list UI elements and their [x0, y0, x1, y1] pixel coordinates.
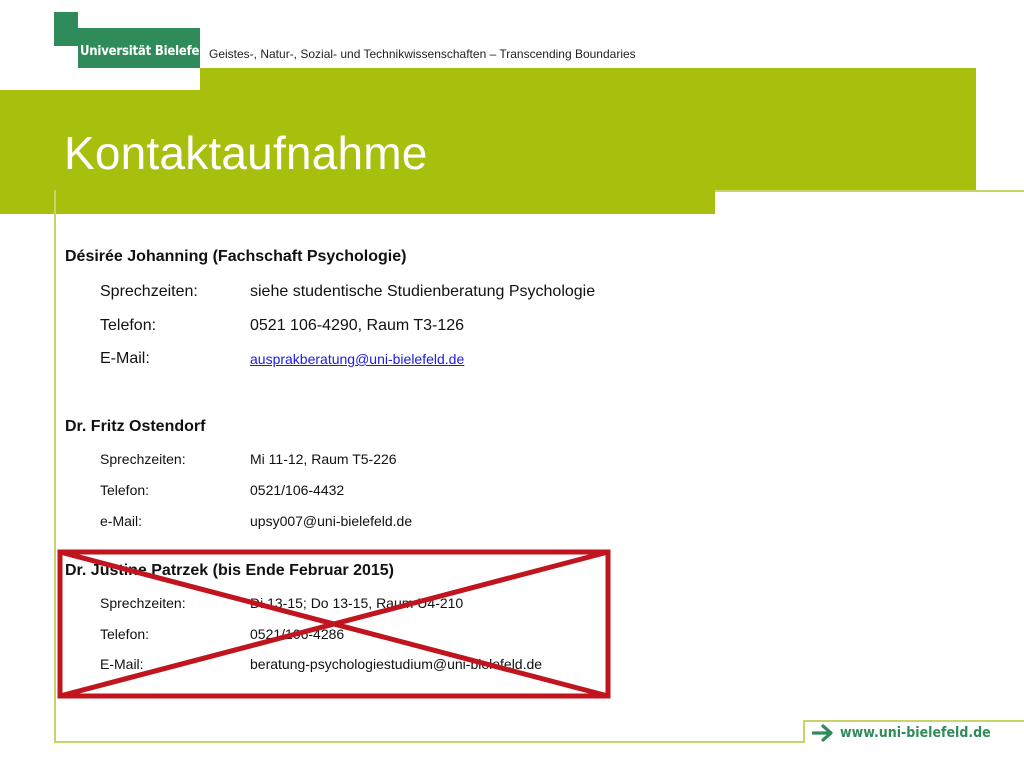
footer-line-top: [803, 720, 1024, 722]
row-value: siehe studentische Studienberatung Psych…: [250, 283, 596, 300]
frame-bottom-line: [54, 741, 804, 743]
row-label: Sprechzeiten:: [100, 283, 198, 300]
row-label: Sprechzeiten:: [100, 451, 186, 467]
header-band-top: [200, 68, 976, 90]
row-value: 0521/106-4432: [250, 482, 345, 498]
row-label: E-Mail:: [100, 350, 150, 367]
row-value: 0521 106-4290, Raum T3-126: [250, 317, 465, 334]
arrow-right-icon: [812, 724, 833, 742]
row-label: Telefon:: [100, 482, 150, 498]
row-label: e-Mail:: [100, 513, 143, 529]
row-label: Telefon:: [100, 317, 157, 334]
email-link[interactable]: ausprakberatung@uni-bielefeld.de: [250, 351, 464, 367]
header-band-lower: [0, 190, 715, 214]
contact-name-ostendorf: Dr. Fritz Ostendorf: [65, 418, 206, 435]
logo-square: [54, 12, 78, 46]
header-line-right: [715, 190, 1024, 192]
row-value: upsy007@uni-bielefeld.de: [250, 513, 413, 529]
page-title: Kontaktaufnahme: [64, 127, 428, 179]
logo-text: Universität Bielefeld: [80, 44, 212, 59]
cross-out-mark: [57, 549, 611, 699]
footer-url-link[interactable]: www.uni-bielefeld.de: [840, 725, 991, 741]
logo-white-gap: [78, 68, 200, 90]
footer-line-left: [803, 720, 805, 743]
contact-name-johanning: Désirée Johanning (Fachschaft Psychologi…: [65, 248, 407, 265]
row-value: Mi 11-12, Raum T5-226: [250, 451, 397, 467]
tagline: Geistes-, Natur-, Sozial- und Technikwis…: [209, 47, 636, 61]
